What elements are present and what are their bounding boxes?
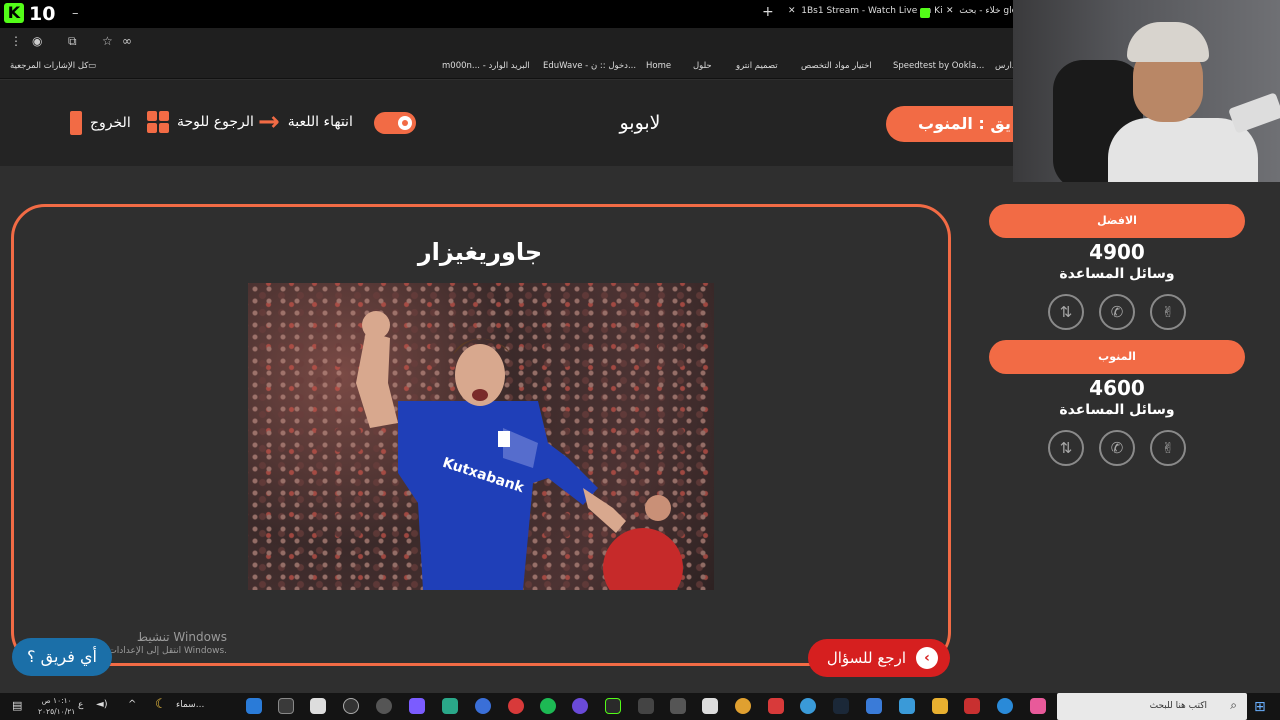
- tray-date: ٢٠٢٥/١٠/٢١: [38, 707, 76, 716]
- language-indicator[interactable]: ع: [78, 700, 83, 710]
- app-icon[interactable]: [310, 698, 326, 714]
- edge-icon[interactable]: [997, 698, 1013, 714]
- grid-icon: [147, 111, 169, 133]
- bookmark-home[interactable]: Home: [646, 61, 671, 71]
- minimize-icon[interactable]: –: [72, 6, 79, 21]
- chevron-up-icon[interactable]: ^: [128, 699, 136, 710]
- game-title: لابوبو: [619, 112, 661, 134]
- tab-search[interactable]: ✕ خلاء - بحث gle: [946, 6, 1017, 16]
- toggle-knob-icon: [398, 116, 412, 130]
- app-icon[interactable]: [508, 698, 524, 714]
- app-icon[interactable]: [866, 698, 882, 714]
- app-icon[interactable]: [475, 698, 491, 714]
- bookmark-speedtest[interactable]: Speedtest by Ookla...: [893, 61, 984, 71]
- search-placeholder: اكتب هنا للبحث: [1149, 701, 1207, 711]
- exit-button[interactable]: الخروج: [70, 111, 131, 135]
- app-icon[interactable]: [605, 698, 621, 714]
- arrow-right-icon: →: [258, 107, 280, 137]
- app-icon[interactable]: [964, 698, 980, 714]
- bookmark-intro[interactable]: تصميم انترو: [736, 61, 778, 71]
- link-icon[interactable]: ∞: [122, 34, 132, 48]
- folder-icon: ▭: [88, 61, 97, 71]
- streamer-cap: [1127, 22, 1209, 62]
- app-icon[interactable]: [343, 698, 359, 714]
- phone-icon[interactable]: ✆: [1099, 294, 1135, 330]
- app-icon[interactable]: [409, 698, 425, 714]
- answer-title: جاوريغيزار: [417, 238, 543, 266]
- windows-start-icon[interactable]: ⊞: [1254, 700, 1266, 714]
- app-icon[interactable]: [899, 698, 915, 714]
- tray-clock[interactable]: ١٠:١٠ ص ٢٠٢٥/١٠/٢١: [38, 695, 75, 717]
- back-to-board-label: الرجوع للوحة: [177, 114, 254, 130]
- weather-label[interactable]: سماء...: [176, 700, 204, 710]
- bookmark-courses[interactable]: اختيار مواد التخصص: [801, 61, 872, 71]
- player-photo: Kutxabank: [248, 283, 714, 590]
- app-icon[interactable]: [278, 698, 294, 714]
- exit-door-icon: [70, 111, 82, 135]
- which-team-button[interactable]: أي فريق ؟: [12, 638, 112, 676]
- app-icon[interactable]: [442, 698, 458, 714]
- back-to-question-label: ارجع للسؤال: [826, 649, 906, 667]
- team-name-badge: الافضل: [989, 204, 1245, 238]
- tab-search-label: خلاء - بحث gle: [959, 6, 1018, 16]
- windows-taskbar: ▤ ١٠:١٠ ص ٢٠٢٥/١٠/٢١ ع ◄) ^ ☾ سماء... اك…: [0, 693, 1280, 720]
- kick-tab-icon: [920, 8, 930, 18]
- app-icon[interactable]: [768, 698, 784, 714]
- app-icon[interactable]: [670, 698, 686, 714]
- swap-icon[interactable]: ⇅: [1048, 294, 1084, 330]
- steam-icon[interactable]: [833, 698, 849, 714]
- phone-icon[interactable]: ✆: [1099, 430, 1135, 466]
- app-icon[interactable]: [1030, 698, 1046, 714]
- team-score: 4600: [1089, 376, 1145, 400]
- webcam-overlay: [1013, 0, 1280, 182]
- moon-icon: ☾: [155, 697, 167, 712]
- app-icon[interactable]: [376, 698, 392, 714]
- swap-icon[interactable]: ⇅: [1048, 430, 1084, 466]
- search-icon: ⌕: [1230, 698, 1237, 712]
- end-game-label: انتهاء اللعبة: [287, 114, 353, 130]
- tray-time: ١٠:١٠ ص: [41, 696, 72, 705]
- player-figure: Kutxabank: [356, 311, 683, 590]
- app-icon[interactable]: [246, 698, 262, 714]
- menu-icon[interactable]: ⋮: [10, 34, 22, 48]
- new-tab-button[interactable]: +: [762, 4, 774, 20]
- bookmark-mail[interactable]: m000n... - البريد الوارد: [442, 61, 530, 71]
- chrome-icon[interactable]: [735, 698, 751, 714]
- back-to-question-button[interactable]: ارجع للسؤال ‹: [808, 639, 950, 677]
- kick-logo-icon: K: [4, 3, 24, 23]
- chevron-left-icon: ‹: [916, 647, 938, 669]
- peace-hand-icon[interactable]: ✌: [1150, 430, 1186, 466]
- team-name-badge: المنوب: [989, 340, 1245, 374]
- app-icon[interactable]: [638, 698, 654, 714]
- app-icon[interactable]: [572, 698, 588, 714]
- app-icon[interactable]: [702, 698, 718, 714]
- peace-hand-icon[interactable]: ✌: [1150, 294, 1186, 330]
- bookmark-all[interactable]: كل الإشارات المرجعية: [10, 61, 88, 71]
- team-score: 4900: [1089, 240, 1145, 264]
- app-icon[interactable]: [800, 698, 816, 714]
- incognito-icon[interactable]: ◉: [32, 34, 42, 48]
- folder-icon[interactable]: [932, 698, 948, 714]
- end-game-button[interactable]: → انتهاء اللعبة: [258, 107, 353, 137]
- extensions-icon[interactable]: ⧉: [68, 34, 77, 49]
- exit-label: الخروج: [90, 115, 131, 131]
- volume-icon[interactable]: ◄): [96, 699, 108, 710]
- bookmark-eduwave[interactable]: EduWave - دخول :: ن...: [543, 61, 636, 71]
- taskbar-search-input[interactable]: اكتب هنا للبحث ⌕: [1057, 693, 1247, 720]
- notifications-icon[interactable]: ▤: [12, 699, 22, 712]
- bookmark-solutions[interactable]: حلول: [693, 61, 712, 71]
- spotify-icon[interactable]: [540, 698, 556, 714]
- viewer-count: 10: [29, 3, 56, 25]
- lifelines-label: وسائل المساعدة: [1059, 266, 1175, 282]
- back-to-board-button[interactable]: الرجوع للوحة: [147, 111, 254, 133]
- lifelines-label: وسائل المساعدة: [1059, 402, 1175, 418]
- star-icon[interactable]: ☆: [102, 34, 113, 48]
- settings-toggle[interactable]: [374, 112, 416, 134]
- microphone-icon: [1228, 92, 1280, 134]
